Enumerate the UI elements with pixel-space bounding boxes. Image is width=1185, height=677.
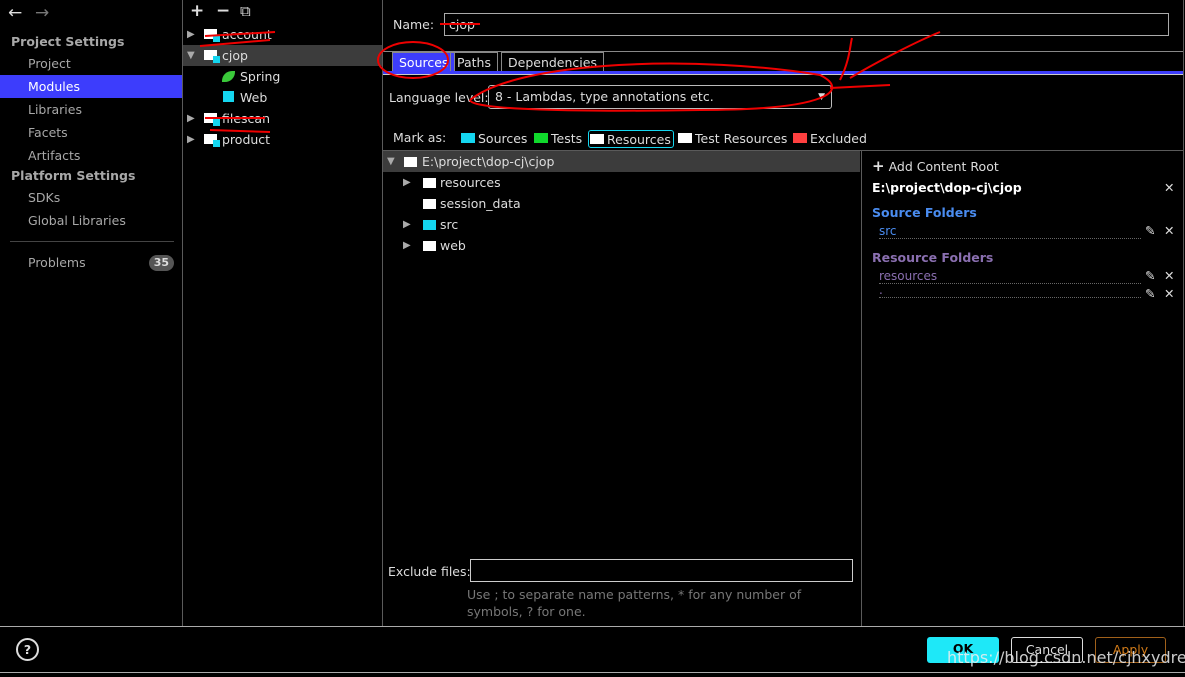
tests-folder-icon xyxy=(534,133,548,143)
mark-excluded-button[interactable]: Excluded xyxy=(792,130,867,148)
mark-test-resources-button[interactable]: Test Resources xyxy=(677,130,787,148)
chevron-down-icon: ▼ xyxy=(818,92,825,102)
sidebar-item-libraries[interactable]: Libraries xyxy=(0,98,182,121)
remove-icon[interactable]: ✕ xyxy=(1164,268,1174,283)
source-folder-icon xyxy=(423,220,436,230)
expand-arrow-icon[interactable]: ▶ xyxy=(403,214,411,235)
module-folder-icon xyxy=(204,134,220,147)
expand-arrow-icon[interactable]: ▶ xyxy=(403,172,411,193)
module-name-input[interactable] xyxy=(444,13,1169,36)
module-product[interactable]: ▶ product xyxy=(183,129,382,150)
add-content-root-button[interactable]: + Add Content Root xyxy=(872,157,999,175)
folder-icon xyxy=(423,241,436,251)
root-path-label: E:\project\dop-cj\cjop xyxy=(422,154,555,169)
module-label: cjop xyxy=(222,48,248,63)
sidebar-item-artifacts[interactable]: Artifacts xyxy=(0,144,182,167)
copy-module-button[interactable]: ⧉ xyxy=(240,2,251,20)
problems-count-badge: 35 xyxy=(148,255,174,271)
expand-arrow-icon[interactable]: ▶ xyxy=(187,24,195,45)
folder-icon xyxy=(423,199,436,209)
language-level-dropdown[interactable]: 8 - Lambdas, type annotations etc. ▼ xyxy=(488,85,832,109)
tab-paths[interactable]: Paths xyxy=(450,52,498,72)
language-level-label: Language level: xyxy=(389,90,489,105)
excluded-folder-icon xyxy=(793,133,807,143)
remove-module-button[interactable]: − xyxy=(216,1,230,21)
resource-folder-dot: . xyxy=(879,284,1141,298)
module-label: filescan xyxy=(222,111,271,126)
facet-label: Web xyxy=(240,90,268,105)
module-filescan[interactable]: ▶ filescan xyxy=(183,108,382,129)
edit-pencil-icon[interactable]: ✎ xyxy=(1145,286,1155,301)
help-button[interactable]: ? xyxy=(16,638,39,661)
edit-pencil-icon[interactable]: ✎ xyxy=(1145,223,1155,238)
sidebar-item-project[interactable]: Project xyxy=(0,52,182,75)
source-folder-src: src xyxy=(879,224,1141,239)
module-cjop[interactable]: ▼ cjop xyxy=(183,45,382,66)
remove-icon[interactable]: ✕ xyxy=(1164,286,1174,301)
facet-spring[interactable]: Spring xyxy=(183,66,382,87)
add-module-button[interactable]: + xyxy=(190,1,204,21)
module-folder-icon xyxy=(204,113,220,126)
module-account[interactable]: ▶ account xyxy=(183,24,382,45)
facet-label: Spring xyxy=(240,69,281,84)
sidebar-item-problems[interactable]: Problems 35 xyxy=(0,251,182,274)
collapse-arrow-icon[interactable]: ▼ xyxy=(387,151,395,172)
sidebar-item-facets[interactable]: Facets xyxy=(0,121,182,144)
mark-as-label: Mark as: xyxy=(393,130,447,145)
sidebar-item-global-libraries[interactable]: Global Libraries xyxy=(0,209,182,232)
sources-folder-icon xyxy=(461,133,475,143)
tab-dependencies[interactable]: Dependencies xyxy=(501,52,604,72)
folder-icon xyxy=(404,157,417,167)
exclude-files-hint: Use ; to separate name patterns, * for a… xyxy=(467,587,802,619)
edit-pencil-icon[interactable]: ✎ xyxy=(1145,268,1155,283)
content-root-path: E:\project\dop-cj\cjop xyxy=(872,180,1022,195)
web-facet-icon xyxy=(223,91,234,102)
plus-icon: + xyxy=(872,157,885,175)
sidebar-item-modules[interactable]: Modules xyxy=(0,75,182,98)
remove-icon[interactable]: ✕ xyxy=(1164,223,1174,238)
facet-web[interactable]: Web xyxy=(183,87,382,108)
mark-resources-button[interactable]: Resources xyxy=(588,130,674,148)
resources-folder-icon xyxy=(423,178,436,188)
module-label: product xyxy=(222,132,271,147)
project-settings-heading: Project Settings xyxy=(11,34,125,49)
module-folder-icon xyxy=(204,50,220,63)
remove-content-root-icon[interactable]: ✕ xyxy=(1164,180,1174,195)
exclude-files-input[interactable] xyxy=(470,559,853,582)
problems-label: Problems xyxy=(28,255,86,270)
spring-leaf-icon xyxy=(222,71,235,82)
expand-arrow-icon[interactable]: ▶ xyxy=(187,108,195,129)
name-label: Name: xyxy=(393,17,435,32)
language-level-value: 8 - Lambdas, type annotations etc. xyxy=(495,89,714,104)
content-root-row[interactable]: ▼ E:\project\dop-cj\cjop xyxy=(383,151,860,172)
watermark-text: https://blog.csdn.net/cjhxydream xyxy=(947,648,1185,667)
exclude-files-label: Exclude files: xyxy=(388,564,471,579)
sidebar-item-sdks[interactable]: SDKs xyxy=(0,186,182,209)
module-folder-icon xyxy=(204,29,220,42)
tab-sources[interactable]: Sources xyxy=(392,52,456,72)
forward-button[interactable]: → xyxy=(35,3,49,23)
collapse-arrow-icon[interactable]: ▼ xyxy=(187,45,195,66)
test-resources-folder-icon xyxy=(678,133,692,143)
expand-arrow-icon[interactable]: ▶ xyxy=(187,129,195,150)
back-button[interactable]: ← xyxy=(8,3,22,23)
expand-arrow-icon[interactable]: ▶ xyxy=(403,235,411,256)
resources-folder-icon xyxy=(590,134,604,144)
module-label: account xyxy=(222,27,272,42)
source-folders-heading: Source Folders xyxy=(872,205,977,220)
mark-tests-button[interactable]: Tests xyxy=(533,130,582,148)
mark-sources-button[interactable]: Sources xyxy=(460,130,527,148)
resource-folders-heading: Resource Folders xyxy=(872,250,994,265)
resource-folder-resources: resources xyxy=(879,269,1141,284)
platform-settings-heading: Platform Settings xyxy=(11,168,136,183)
